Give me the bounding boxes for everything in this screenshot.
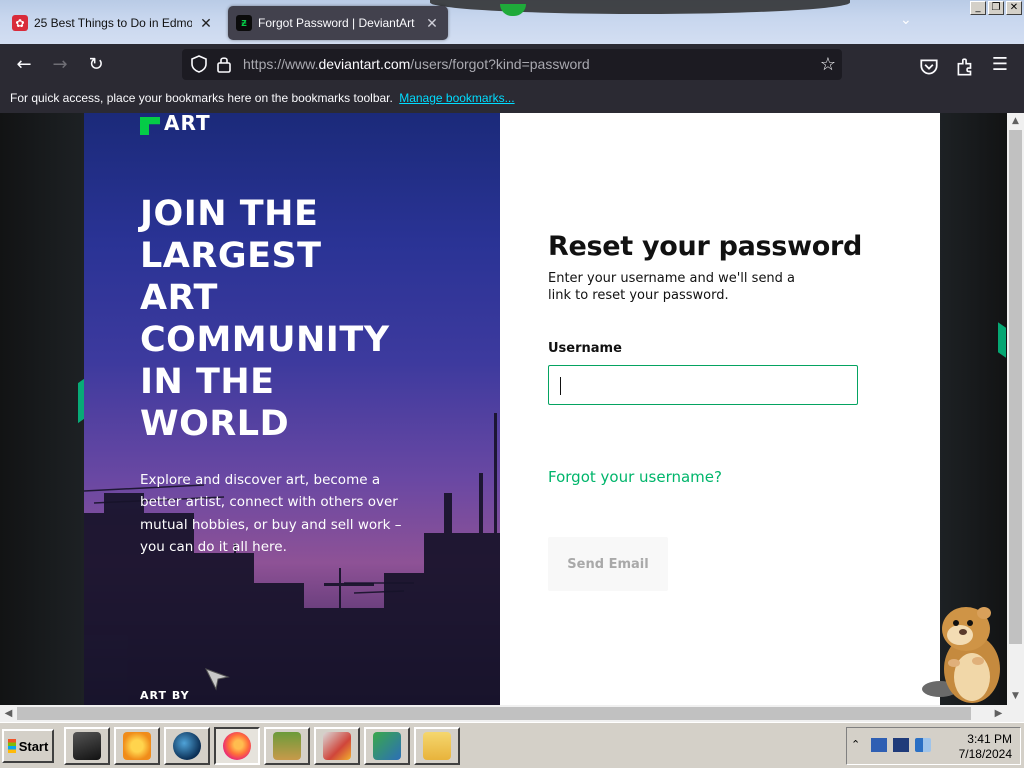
- taskbar-app-8[interactable]: [414, 727, 460, 765]
- show-hidden-icons-icon[interactable]: ⌃: [851, 738, 860, 751]
- send-email-button[interactable]: Send Email: [548, 537, 668, 591]
- start-label: Start: [18, 738, 49, 754]
- restore-button[interactable]: ❐: [988, 1, 1004, 15]
- taskbar: Start ⌃ 3:41 PM 7/18/2024: [0, 722, 1024, 768]
- reload-icon[interactable]: ↻: [85, 55, 107, 77]
- background-left: [0, 113, 84, 705]
- manage-bookmarks-link[interactable]: Manage bookmarks...: [399, 91, 514, 105]
- url-bar[interactable]: https://www.deviantart.com/users/forgot?…: [182, 49, 842, 80]
- username-label: Username: [548, 341, 622, 356]
- url-path: /users/forgot?kind=password: [410, 56, 590, 72]
- close-tab-icon[interactable]: ✕: [198, 15, 214, 32]
- close-window-button[interactable]: ✕: [1006, 1, 1022, 15]
- hamster-mascot-image[interactable]: [920, 599, 1004, 705]
- hero-headline: JOIN THE LARGEST ART COMMUNITY IN THE WO…: [140, 193, 440, 445]
- username-input[interactable]: [549, 366, 857, 404]
- system-tray: ⌃ 3:41 PM 7/18/2024: [846, 727, 1021, 765]
- page-title: Reset your password: [548, 231, 863, 262]
- bookmarks-message: For quick access, place your bookmarks h…: [10, 91, 393, 105]
- url-host: deviantart.com: [318, 56, 411, 72]
- taskbar-app-2[interactable]: [114, 727, 160, 765]
- vertical-scroll-thumb[interactable]: [1009, 130, 1022, 644]
- tab-title: Forgot Password | DeviantArt: [258, 16, 415, 30]
- headline-line: COMMUNITY: [140, 320, 390, 360]
- red-maple-icon: ✿: [12, 15, 28, 31]
- minimize-button[interactable]: _: [970, 1, 986, 15]
- deviantart-icon: ƶ: [236, 15, 252, 31]
- wallpaper-accent: [500, 4, 526, 16]
- lock-icon[interactable]: [216, 55, 232, 73]
- mouse-pointer-icon: [204, 668, 230, 691]
- headline-line: LARGEST: [140, 236, 322, 276]
- clock-time: 3:41 PM: [967, 732, 1012, 746]
- close-tab-icon[interactable]: ✕: [424, 15, 440, 32]
- scroll-up-icon[interactable]: ▲: [1007, 113, 1024, 130]
- extensions-icon[interactable]: [954, 56, 976, 78]
- art-credit-label: ART BY: [140, 689, 190, 702]
- headline-line: IN THE: [140, 362, 275, 402]
- tracking-shield-icon[interactable]: [190, 55, 208, 73]
- vertical-scrollbar[interactable]: ▲ ▼: [1007, 113, 1024, 705]
- terminal-box-icon: [73, 732, 101, 760]
- clock-date: 7/18/2024: [958, 747, 1012, 761]
- media-player-icon: [123, 732, 151, 760]
- tab-title: 25 Best Things to Do in Edmonton: [34, 16, 192, 30]
- forward-arrow-icon[interactable]: →: [49, 55, 71, 77]
- taskbar-firefox[interactable]: [214, 727, 260, 765]
- scrollbar-corner: [1007, 705, 1024, 722]
- hamster-box-icon: [273, 732, 301, 760]
- window-controls: _ ❐ ✕: [970, 1, 1022, 15]
- taskbar-app-7[interactable]: [364, 727, 410, 765]
- logo-text: ART: [164, 113, 211, 135]
- page-viewport: ART JOIN THE LARGEST ART COMMUNITY IN TH…: [0, 113, 1007, 705]
- tools-icon: [323, 732, 351, 760]
- folder-icon: [423, 732, 451, 760]
- username-field[interactable]: [548, 365, 858, 405]
- volume-icon[interactable]: [915, 738, 931, 752]
- horizontal-scroll-thumb[interactable]: [17, 707, 971, 720]
- chart-upload-icon: [373, 732, 401, 760]
- clock[interactable]: 3:41 PM 7/18/2024: [959, 732, 1012, 762]
- taskbar-app-5[interactable]: [264, 727, 310, 765]
- firefox-icon: [223, 732, 251, 760]
- taskbar-app-6[interactable]: [314, 727, 360, 765]
- deviantart-logo[interactable]: ART: [140, 113, 211, 135]
- scroll-right-icon[interactable]: ▶: [990, 705, 1007, 722]
- bookmarks-toolbar: For quick access, place your bookmarks h…: [0, 86, 1024, 113]
- taskbar-app-1[interactable]: [64, 727, 110, 765]
- tab-deviantart[interactable]: ƶ Forgot Password | DeviantArt ✕: [228, 6, 448, 40]
- headline-line: ART: [140, 278, 218, 318]
- display-icon[interactable]: [893, 738, 909, 752]
- hero-panel: ART JOIN THE LARGEST ART COMMUNITY IN TH…: [84, 113, 500, 705]
- bookmark-star-icon[interactable]: ☆: [820, 54, 836, 75]
- scroll-left-icon[interactable]: ◀: [0, 705, 17, 722]
- start-button[interactable]: Start: [2, 729, 54, 763]
- globe-icon: [173, 732, 201, 760]
- headline-line: WORLD: [140, 404, 290, 444]
- tab-strip: ✿ 25 Best Things to Do in Edmonton ✕ ƶ F…: [0, 0, 1024, 44]
- network-icon[interactable]: [871, 738, 887, 752]
- windows-logo-icon: [7, 739, 16, 753]
- url-text[interactable]: https://www.deviantart.com/users/forgot?…: [243, 56, 590, 72]
- hero-description: Explore and discover art, become a bette…: [140, 472, 402, 555]
- hamburger-menu-icon[interactable]: ☰: [989, 55, 1011, 77]
- pocket-icon[interactable]: [918, 56, 940, 78]
- tab-edmonton[interactable]: ✿ 25 Best Things to Do in Edmonton ✕: [4, 6, 222, 40]
- instructions-text: Enter your username and we'll send a lin…: [548, 271, 796, 303]
- desktop-wallpaper-band: [430, 0, 850, 14]
- horizontal-scrollbar[interactable]: ◀ ▶: [0, 705, 1007, 722]
- deviantart-logo-mark-icon: [140, 117, 160, 135]
- text-caret: [560, 377, 561, 395]
- reset-password-panel: Reset your password Enter your username …: [500, 113, 940, 705]
- navigation-toolbar: ← → ↻ https://www.deviantart.com/users/f…: [0, 44, 1024, 86]
- forgot-username-link[interactable]: Forgot your username?: [548, 468, 722, 486]
- taskbar-app-3[interactable]: [164, 727, 210, 765]
- list-all-tabs-icon[interactable]: ⌄: [900, 12, 912, 28]
- back-arrow-icon[interactable]: ←: [13, 55, 35, 77]
- headline-line: JOIN THE: [140, 194, 319, 234]
- url-prefix: https://www.: [243, 56, 319, 72]
- scroll-down-icon[interactable]: ▼: [1007, 688, 1024, 705]
